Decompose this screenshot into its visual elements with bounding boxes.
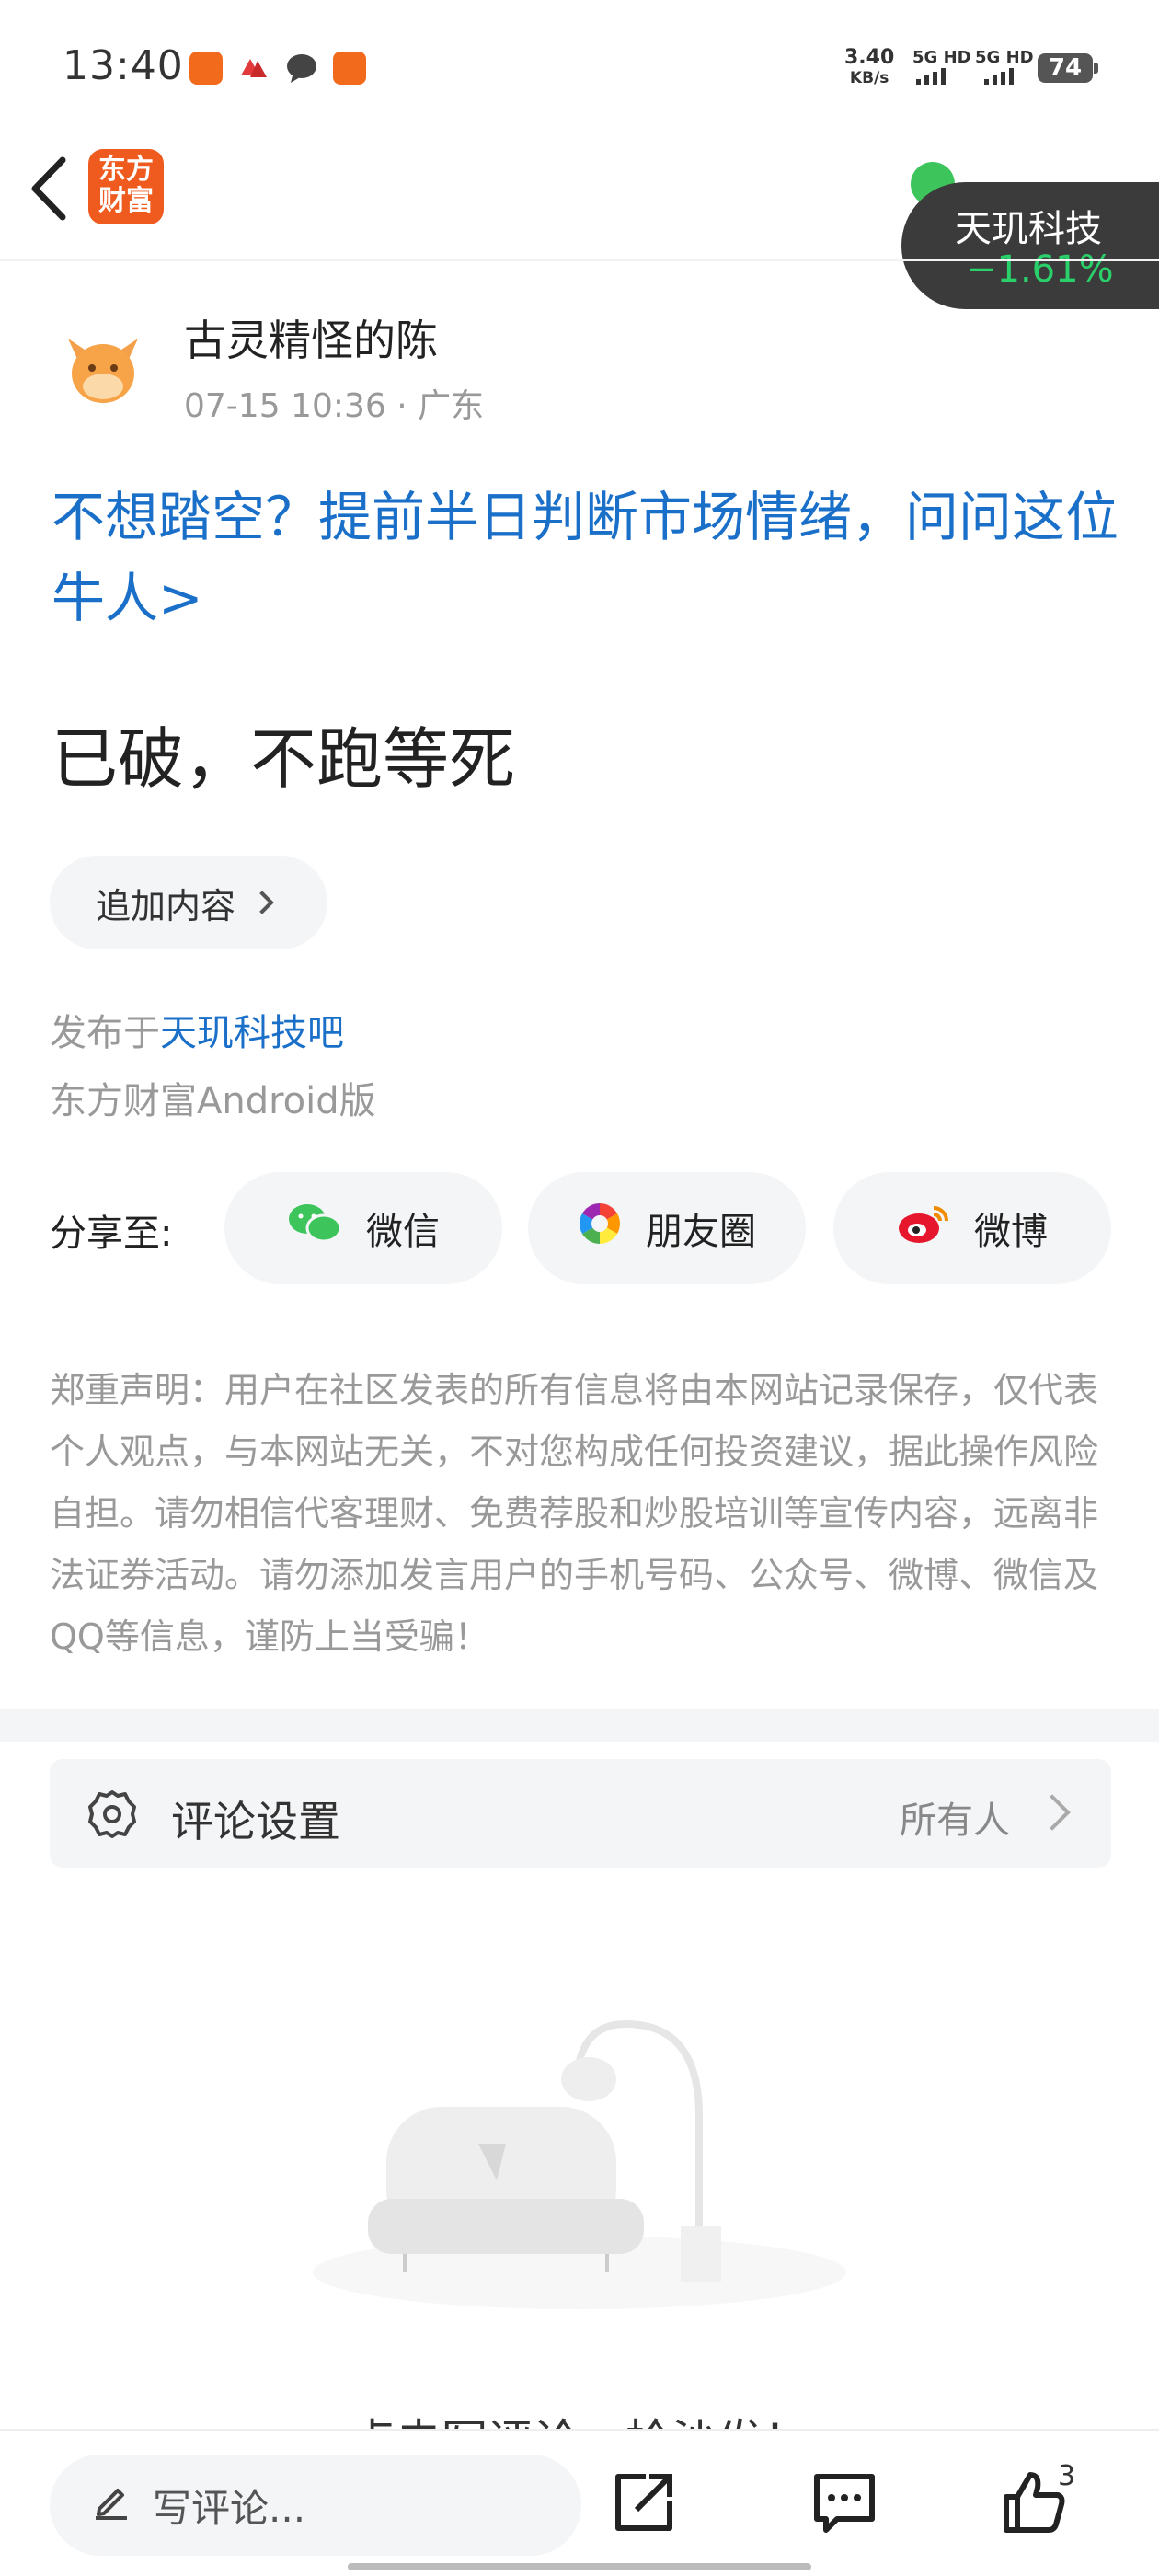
sim2-signal-icon: [984, 66, 1014, 85]
weibo-icon: [897, 1202, 950, 1254]
author-name[interactable]: 古灵精怪的陈: [184, 307, 438, 368]
battery-icon: 74: [1038, 53, 1098, 83]
back-icon[interactable]: [28, 156, 74, 221]
status-time: 13:40: [63, 42, 184, 89]
append-content-button[interactable]: 追加内容: [50, 856, 327, 949]
avatar[interactable]: [59, 322, 147, 410]
sim1-signal-icon: [916, 66, 946, 85]
sim1-label: 5G HD: [912, 48, 971, 67]
wechat-label: 微信: [366, 1211, 440, 1253]
share-wechat-button[interactable]: 微信: [224, 1172, 502, 1284]
chevron-right-icon: [250, 891, 274, 914]
write-comment-input[interactable]: 写评论...: [50, 2455, 581, 2556]
stock-change: −1.61%: [966, 248, 1114, 291]
disclaimer: 郑重声明：用户在社区发表的所有信息将由本网站记录保存，仅代表个人观点，与本网站无…: [50, 1370, 1099, 1657]
append-content-label: 追加内容: [96, 885, 236, 926]
published-prefix: 发布于: [50, 1012, 160, 1054]
network-speed: 3.40 KB/s: [844, 46, 895, 88]
comment-settings-label: 评论设置: [171, 1797, 340, 1846]
notification-cards-icon: [237, 52, 270, 85]
stock-quote-bubble[interactable]: 天玑科技 −1.61%: [901, 182, 1159, 309]
weibo-label: 微博: [974, 1211, 1048, 1253]
eastmoney-logo[interactable]: 东方财富: [88, 149, 164, 224]
empty-sofa-illustration: [313, 2006, 846, 2318]
section-divider: [0, 1709, 1159, 1742]
gear-icon: [86, 1788, 138, 1840]
notification-app-icon: [189, 52, 223, 85]
client-info: 东方财富Android版: [50, 1080, 376, 1122]
moments-label: 朋友圈: [646, 1211, 756, 1253]
like-count: 3: [1058, 2460, 1076, 2492]
sim2-label: 5G HD: [975, 48, 1034, 67]
comment-settings-value: 所有人: [900, 1800, 1010, 1842]
share-moments-button[interactable]: 朋友圈: [528, 1172, 806, 1284]
share-label: 分享至:: [50, 1213, 173, 1255]
promo-link[interactable]: 不想踏空？提前半日判断市场情绪，问问这位牛人>: [52, 477, 1119, 638]
comment-settings-row[interactable]: 评论设置 所有人: [50, 1759, 1111, 1868]
wechat-icon: [287, 1201, 342, 1256]
moments-icon: [578, 1202, 622, 1255]
published-in: 发布于天玑科技吧: [50, 1003, 344, 1056]
chevron-right-icon: [1034, 1794, 1071, 1831]
bottom-bar: 写评论... 3: [0, 2429, 1159, 2576]
notification-game-icon: [333, 52, 366, 85]
home-indicator[interactable]: [348, 2563, 811, 2570]
post-meta: 07-15 10:36 · 广东: [184, 387, 485, 425]
write-comment-placeholder: 写评论...: [153, 2485, 306, 2531]
comment-icon[interactable]: [809, 2467, 879, 2537]
post-body: 已破，不跑等死: [52, 720, 516, 798]
notification-chat-icon: [285, 52, 318, 85]
forum-link[interactable]: 天玑科技吧: [160, 1012, 344, 1054]
nav-divider: [0, 259, 1159, 261]
pencil-icon: [92, 2481, 131, 2529]
share-icon[interactable]: [609, 2467, 679, 2537]
stock-name: 天玑科技: [955, 208, 1102, 250]
share-weibo-button[interactable]: 微博: [833, 1172, 1111, 1284]
